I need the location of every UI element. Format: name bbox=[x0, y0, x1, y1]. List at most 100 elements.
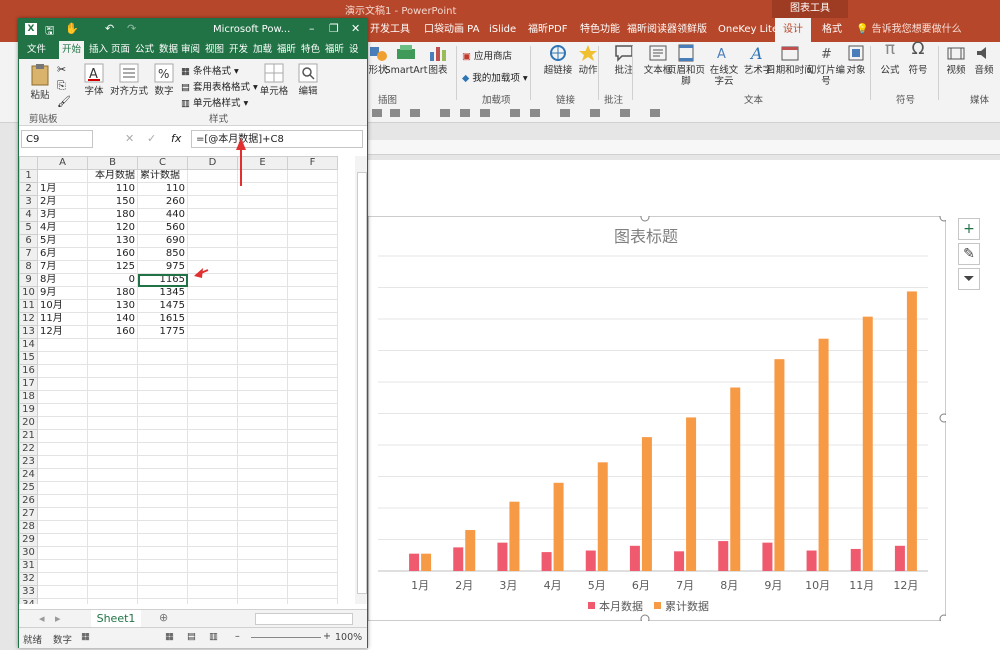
cell-c1[interactable]: 累计数据 bbox=[137, 169, 188, 183]
cell[interactable] bbox=[37, 507, 88, 521]
bar-monthly[interactable] bbox=[629, 545, 640, 571]
my-addins-button[interactable]: ◆ 我的加载项 ▾ bbox=[462, 70, 528, 84]
row-header[interactable]: 30 bbox=[19, 546, 38, 560]
cell-month[interactable]: 12月 bbox=[37, 325, 88, 339]
row-header[interactable]: 10 bbox=[19, 286, 38, 300]
cell[interactable] bbox=[187, 325, 238, 339]
cell[interactable] bbox=[37, 533, 88, 547]
cell[interactable] bbox=[37, 494, 88, 508]
cell[interactable] bbox=[187, 429, 238, 443]
editing-button[interactable]: 编辑 bbox=[293, 63, 323, 97]
cell[interactable] bbox=[287, 260, 338, 274]
cell[interactable] bbox=[287, 403, 338, 417]
cell[interactable] bbox=[187, 208, 238, 222]
cell[interactable] bbox=[187, 572, 238, 586]
enter-check-icon[interactable]: ✓ bbox=[147, 132, 156, 145]
cell[interactable] bbox=[287, 416, 338, 430]
cell[interactable] bbox=[87, 429, 138, 443]
cell[interactable] bbox=[37, 520, 88, 534]
cell[interactable] bbox=[137, 442, 188, 456]
cancel-icon[interactable]: ✕ bbox=[125, 132, 134, 145]
zoom-in-icon[interactable]: + bbox=[323, 631, 331, 642]
cell[interactable] bbox=[287, 325, 338, 339]
normal-view-icon[interactable]: ▦ bbox=[165, 631, 174, 642]
cell[interactable] bbox=[187, 546, 238, 560]
cell[interactable] bbox=[237, 260, 288, 274]
cell[interactable] bbox=[287, 468, 338, 482]
cell[interactable] bbox=[137, 507, 188, 521]
tell-me-search[interactable]: 💡 告诉我您想要做什么 bbox=[856, 18, 962, 42]
cell[interactable] bbox=[237, 338, 288, 352]
cell[interactable] bbox=[37, 481, 88, 495]
cell[interactable] bbox=[237, 533, 288, 547]
cell[interactable] bbox=[37, 598, 88, 604]
cell-month[interactable]: 7月 bbox=[37, 260, 88, 274]
minimize-icon[interactable]: – bbox=[309, 22, 315, 35]
cell[interactable] bbox=[87, 390, 138, 404]
column-header-d[interactable]: D bbox=[187, 156, 238, 170]
bar-cumulative[interactable] bbox=[465, 530, 476, 571]
bar-cumulative[interactable] bbox=[730, 387, 741, 571]
cell[interactable] bbox=[37, 416, 88, 430]
prev-sheet-icon[interactable]: ◂ bbox=[39, 612, 45, 625]
cell[interactable] bbox=[237, 598, 288, 604]
row-header[interactable]: 22 bbox=[19, 442, 38, 456]
cell[interactable] bbox=[87, 364, 138, 378]
cell[interactable] bbox=[187, 585, 238, 599]
cell[interactable] bbox=[287, 598, 338, 604]
cell[interactable] bbox=[237, 507, 288, 521]
cell[interactable] bbox=[187, 442, 238, 456]
bar-monthly[interactable] bbox=[453, 547, 464, 571]
cell[interactable] bbox=[287, 377, 338, 391]
cell[interactable] bbox=[187, 286, 238, 300]
cell[interactable] bbox=[187, 494, 238, 508]
cell[interactable] bbox=[87, 546, 138, 560]
row-header[interactable]: 16 bbox=[19, 364, 38, 378]
cell[interactable] bbox=[37, 455, 88, 469]
cell[interactable] bbox=[287, 299, 338, 313]
cell[interactable] bbox=[237, 364, 288, 378]
cell[interactable] bbox=[287, 195, 338, 209]
cells-button[interactable]: 单元格 bbox=[259, 63, 289, 97]
cell[interactable] bbox=[187, 260, 238, 274]
cell-current[interactable]: 125 bbox=[87, 260, 138, 274]
cell[interactable] bbox=[37, 546, 88, 560]
undo-icon[interactable]: ↶ bbox=[105, 22, 114, 35]
cell[interactable] bbox=[237, 247, 288, 261]
cell[interactable] bbox=[187, 312, 238, 326]
cell[interactable] bbox=[187, 416, 238, 430]
xl-tab-more[interactable]: 设 bbox=[349, 41, 359, 59]
column-header-c[interactable]: C bbox=[137, 156, 188, 170]
cell[interactable] bbox=[87, 416, 138, 430]
column-header-f[interactable]: F bbox=[287, 156, 338, 170]
chart-object[interactable]: 图表标题 1月 2月 3月 4月 5月 6月 7月 8月 9月 10月 11月 12月 本月数据 累计数… bbox=[368, 216, 946, 621]
cell[interactable] bbox=[87, 455, 138, 469]
cut-icon[interactable]: ✂ bbox=[57, 63, 66, 76]
cell[interactable] bbox=[237, 546, 288, 560]
cell-cumulative[interactable]: 260 bbox=[137, 195, 188, 209]
row-header[interactable]: 20 bbox=[19, 416, 38, 430]
cell[interactable] bbox=[287, 533, 338, 547]
chart-title[interactable]: 图表标题 bbox=[614, 227, 678, 246]
cell[interactable] bbox=[237, 520, 288, 534]
cell-cumulative[interactable]: 1615 bbox=[137, 312, 188, 326]
cell[interactable] bbox=[87, 559, 138, 573]
xl-tab-view[interactable]: 视图 bbox=[205, 41, 224, 59]
cell-month[interactable]: 10月 bbox=[37, 299, 88, 313]
xl-tab-addins[interactable]: 加载 bbox=[253, 41, 272, 59]
cell[interactable] bbox=[187, 533, 238, 547]
cell[interactable] bbox=[187, 455, 238, 469]
cell[interactable] bbox=[137, 546, 188, 560]
cell[interactable] bbox=[37, 585, 88, 599]
cell[interactable] bbox=[187, 273, 238, 287]
cell[interactable] bbox=[237, 559, 288, 573]
cell[interactable] bbox=[37, 429, 88, 443]
cell[interactable] bbox=[287, 455, 338, 469]
cell[interactable] bbox=[187, 364, 238, 378]
cell[interactable] bbox=[37, 572, 88, 586]
cell-cumulative[interactable]: 110 bbox=[137, 182, 188, 196]
formula-input[interactable]: =[@本月数据]+C8 bbox=[191, 130, 363, 148]
header-footer-button[interactable]: 页眉和页脚 bbox=[666, 44, 706, 87]
cell-current[interactable]: 160 bbox=[87, 247, 138, 261]
xl-tab-file[interactable]: 文件 bbox=[27, 41, 46, 59]
